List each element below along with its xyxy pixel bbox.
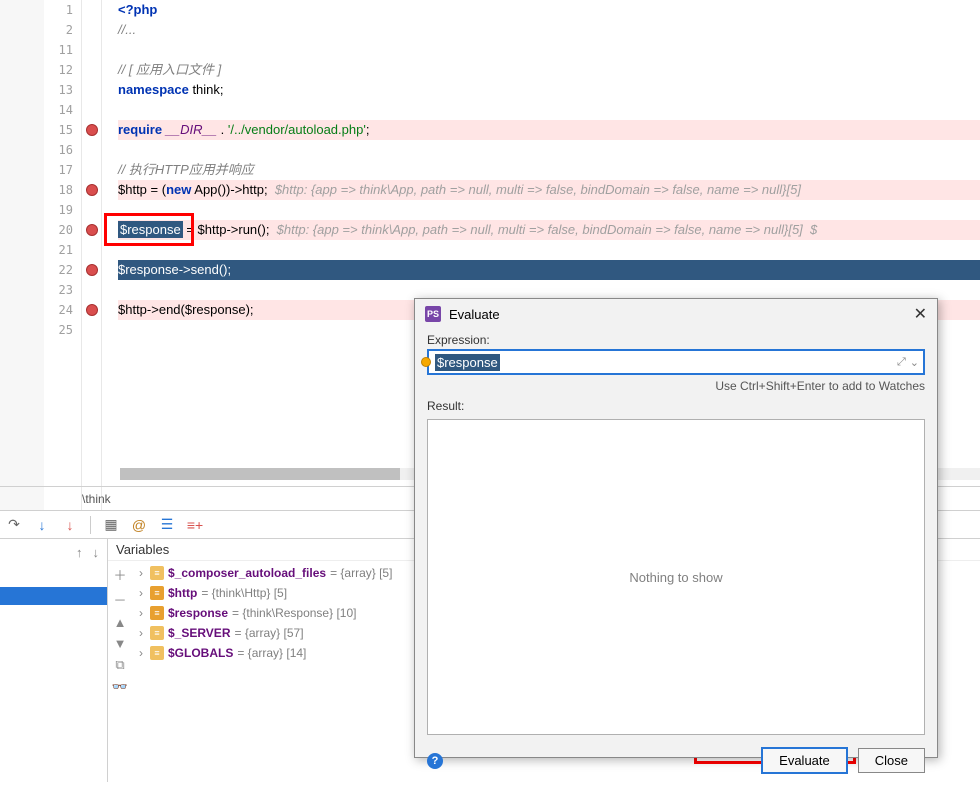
at-icon[interactable]: @ (131, 517, 147, 533)
up-icon[interactable]: ↑ (76, 545, 83, 560)
result-empty-text: Nothing to show (629, 570, 722, 585)
breadcrumb-item[interactable]: \think (82, 492, 111, 506)
code-text: think; (189, 82, 224, 97)
line-number: 11 (44, 40, 81, 60)
line-number: 13 (44, 80, 81, 100)
var-name: $response (168, 606, 228, 620)
line-number: 18 (44, 180, 81, 200)
copy-icon[interactable]: ⧉ (115, 657, 124, 673)
var-value: = {think\Response} [10] (232, 606, 356, 620)
var-name: $GLOBALS (168, 646, 233, 660)
list-icon[interactable]: ☰ (159, 517, 175, 533)
expression-input[interactable]: $response ⤢ ⌄ (427, 349, 925, 375)
execution-line: $response->send(); (118, 260, 980, 280)
add-icon[interactable]: ＋ (113, 565, 126, 584)
expression-hint: Use Ctrl+Shift+Enter to add to Watches (427, 379, 925, 393)
var-value: = {array} [14] (237, 646, 306, 660)
table-icon[interactable]: ▦ (103, 517, 119, 533)
scroll-thumb[interactable] (120, 468, 400, 480)
code-text: namespace (118, 82, 189, 97)
line-number: 23 (44, 280, 81, 300)
breakpoint-icon[interactable] (86, 224, 98, 236)
dialog-title: Evaluate (449, 307, 500, 322)
remove-icon[interactable]: － (113, 590, 126, 609)
dialog-titlebar[interactable]: PS Evaluate ✕ (415, 299, 937, 329)
chevron-down-icon[interactable]: ⌄ (910, 356, 919, 369)
var-name: $_SERVER (168, 626, 230, 640)
var-name: $_composer_autoload_files (168, 566, 326, 580)
breakpoint-icon[interactable] (86, 304, 98, 316)
code-text: = ( (147, 182, 166, 197)
var-name: $http (168, 586, 197, 600)
code-text: require (118, 122, 162, 137)
code-text: __DIR__ (166, 122, 217, 137)
bulb-icon[interactable] (421, 357, 431, 367)
line-number: 14 (44, 100, 81, 120)
down-icon[interactable]: ▼ (114, 636, 127, 651)
code-text: App())->http; (191, 182, 274, 197)
code-text: '/../vendor/autoload.php' (228, 122, 366, 137)
line-number: 19 (44, 200, 81, 220)
result-label: Result: (427, 399, 925, 413)
line-number: 21 (44, 240, 81, 260)
breakpoint-gutter[interactable] (82, 0, 102, 510)
frames-panel: ↑ ↓ (0, 539, 108, 782)
var-value: = {think\Http} [5] (201, 586, 287, 600)
code-text: <?php (118, 2, 157, 17)
code-text: $response->send(); (118, 262, 231, 277)
line-number: 1 (44, 0, 81, 20)
evaluate-button[interactable]: Evaluate (761, 747, 848, 774)
line-number: 16 (44, 140, 81, 160)
code-text: . (217, 122, 228, 137)
line-number: 2 (44, 20, 81, 40)
code-text: // [ 应用入口文件 ] (118, 62, 221, 77)
variables-toolbar: ＋ － ▲ ▼ ⧉ 👓 (108, 561, 132, 782)
code-text: = $http->run(); (183, 222, 277, 237)
code-text: new (166, 182, 191, 197)
breakpoint-icon[interactable] (86, 264, 98, 276)
step-over-icon[interactable]: ↷ (6, 517, 22, 533)
code-text: //... (118, 22, 136, 37)
expand-icon[interactable]: ⤢ (897, 356, 906, 369)
breakpoint-icon[interactable] (86, 184, 98, 196)
fold-gutter (102, 0, 114, 510)
selected-variable: $response (118, 221, 183, 238)
left-collapsed-panel (0, 0, 44, 510)
line-number: 25 (44, 320, 81, 340)
line-number: 22 (44, 260, 81, 280)
code-text: $http (118, 182, 147, 197)
app-icon: PS (425, 306, 441, 322)
dialog-footer: ? Evaluate Close (415, 739, 937, 782)
code-text: ; (366, 122, 370, 137)
add-watch-icon[interactable]: ≡+ (187, 517, 203, 533)
down-icon[interactable]: ↓ (93, 545, 100, 560)
line-number-gutter: 1 2 11 12 13 14 15 16 17 18 19 20 21 22 … (44, 0, 82, 510)
code-text: // 执行HTTP应用并响应 (118, 162, 254, 177)
selected-frame[interactable] (0, 587, 107, 605)
step-out-icon[interactable]: ↓ (62, 517, 78, 533)
line-number: 24 (44, 300, 81, 320)
step-into-icon[interactable]: ↓ (34, 517, 50, 533)
close-button[interactable]: Close (858, 748, 925, 773)
up-icon[interactable]: ▲ (114, 615, 127, 630)
expression-label: Expression: (427, 333, 925, 347)
inline-hint: $http: {app => think\App, path => null, … (277, 222, 818, 237)
line-number: 15 (44, 120, 81, 140)
result-box: Nothing to show (427, 419, 925, 735)
close-icon[interactable]: ✕ (914, 304, 927, 324)
expression-value: $response (435, 354, 500, 371)
line-number: 17 (44, 160, 81, 180)
var-value: = {array} [57] (234, 626, 303, 640)
evaluate-dialog: PS Evaluate ✕ Expression: $response ⤢ ⌄ … (414, 298, 938, 758)
line-number: 12 (44, 60, 81, 80)
breakpoint-icon[interactable] (86, 124, 98, 136)
help-icon[interactable]: ? (427, 753, 443, 769)
code-text: $http->end($response); (118, 302, 254, 317)
inline-hint: $http: {app => think\App, path => null, … (275, 182, 801, 197)
glasses-icon[interactable]: 👓 (112, 679, 128, 695)
line-number: 20 (44, 220, 81, 240)
var-value: = {array} [5] (330, 566, 392, 580)
